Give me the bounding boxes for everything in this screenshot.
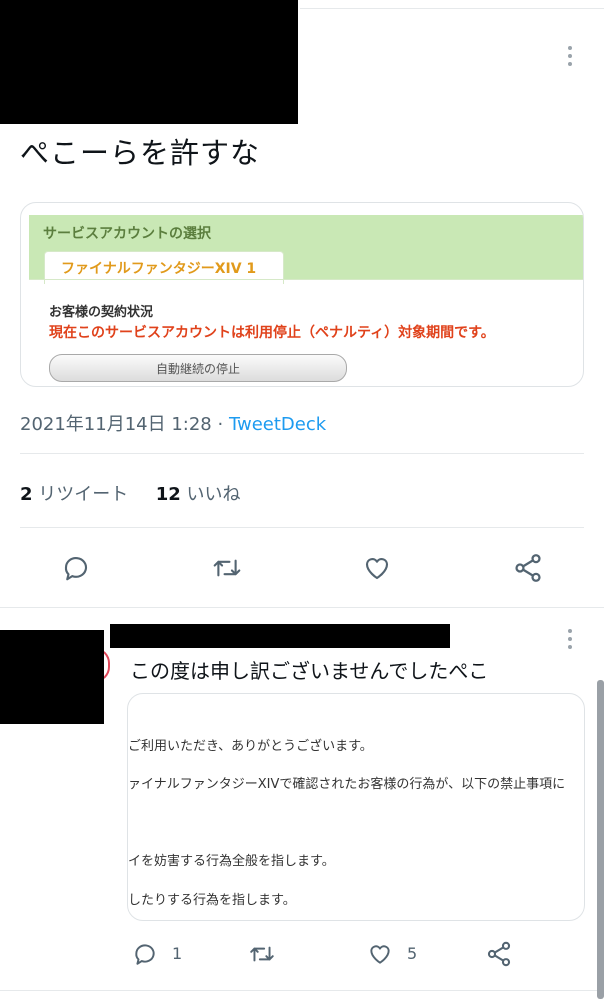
retweet-icon[interactable] — [248, 941, 276, 967]
like-count: 5 — [407, 944, 418, 963]
tweet-text: ぺこーらを許すな — [20, 136, 261, 170]
reply-icon[interactable] — [132, 941, 158, 967]
tweet-image[interactable]: サービスアカウントの選択 ファイナルファンタジーXIV 1 お客様の契約状況 現… — [20, 202, 584, 387]
like-stat[interactable]: 12 いいね — [156, 484, 241, 505]
retweet-count: 2 — [20, 484, 33, 505]
redacted-profile — [0, 0, 298, 124]
auto-renew-stop-button: 自動継続の停止 — [49, 354, 347, 382]
tweet-meta: 2021年11月14日 1:28 · TweetDeck — [20, 410, 326, 436]
meta-separator: · — [217, 414, 224, 435]
like-count: 12 — [155, 484, 181, 505]
retweet-icon[interactable] — [211, 553, 243, 583]
card-divider — [29, 279, 583, 280]
reply-card-line-3: イを妨害する行為全般を指します。 — [128, 854, 335, 869]
top-divider — [300, 8, 604, 9]
reply-card-line-2: ァイナルファンタジーXIVで確認されたお客様の行為が、以下の禁止事項に — [128, 777, 566, 792]
retweet-stat[interactable]: 2 リツイート — [20, 484, 128, 505]
bottom-divider — [0, 990, 604, 991]
divider-actions — [0, 607, 604, 608]
reply-count: 1 — [172, 944, 183, 963]
reply-image[interactable]: ご利用いただき、ありがとうございます。 ァイナルファンタジーXIVで確認されたお… — [127, 693, 585, 921]
reply-icon[interactable] — [61, 553, 91, 583]
reply-text: この度は申し訳ございませんでしたぺこ — [130, 659, 489, 683]
retweet-label: リツイート — [38, 484, 129, 505]
reply-more-icon[interactable] — [568, 629, 572, 653]
tweet-stats: 2 リツイート 12 いいね — [20, 480, 241, 506]
card-header: サービスアカウントの選択 ファイナルファンタジーXIV 1 — [29, 215, 583, 284]
divider-stats — [20, 527, 584, 528]
penalty-message: 現在このサービスアカウントは利用停止（ペナルティ）対象期間です。 — [49, 325, 495, 341]
tweet-date[interactable]: 2021年11月14日 1:28 — [20, 414, 212, 435]
divider-meta — [20, 453, 584, 454]
redacted-username — [110, 624, 450, 648]
tab-label: ファイナルファンタジーXIV 1 — [61, 261, 257, 277]
like-label: いいね — [186, 484, 241, 505]
scrollbar[interactable] — [597, 680, 604, 999]
share-icon[interactable] — [512, 552, 544, 584]
stop-button-label: 自動継続の停止 — [155, 362, 240, 376]
contract-status-label: お客様の契約状況 — [49, 305, 154, 320]
redacted-avatar — [0, 630, 104, 724]
like-icon[interactable] — [366, 941, 394, 967]
more-icon[interactable] — [568, 46, 572, 70]
card-header-title: サービスアカウントの選択 — [43, 226, 211, 242]
like-icon[interactable] — [361, 553, 393, 583]
tweet-source[interactable]: TweetDeck — [229, 414, 326, 435]
share-icon[interactable] — [485, 940, 513, 968]
reply-card-line-1: ご利用いただき、ありがとうございます。 — [128, 739, 373, 754]
reply-card-line-4: したりする行為を指します。 — [128, 893, 296, 908]
